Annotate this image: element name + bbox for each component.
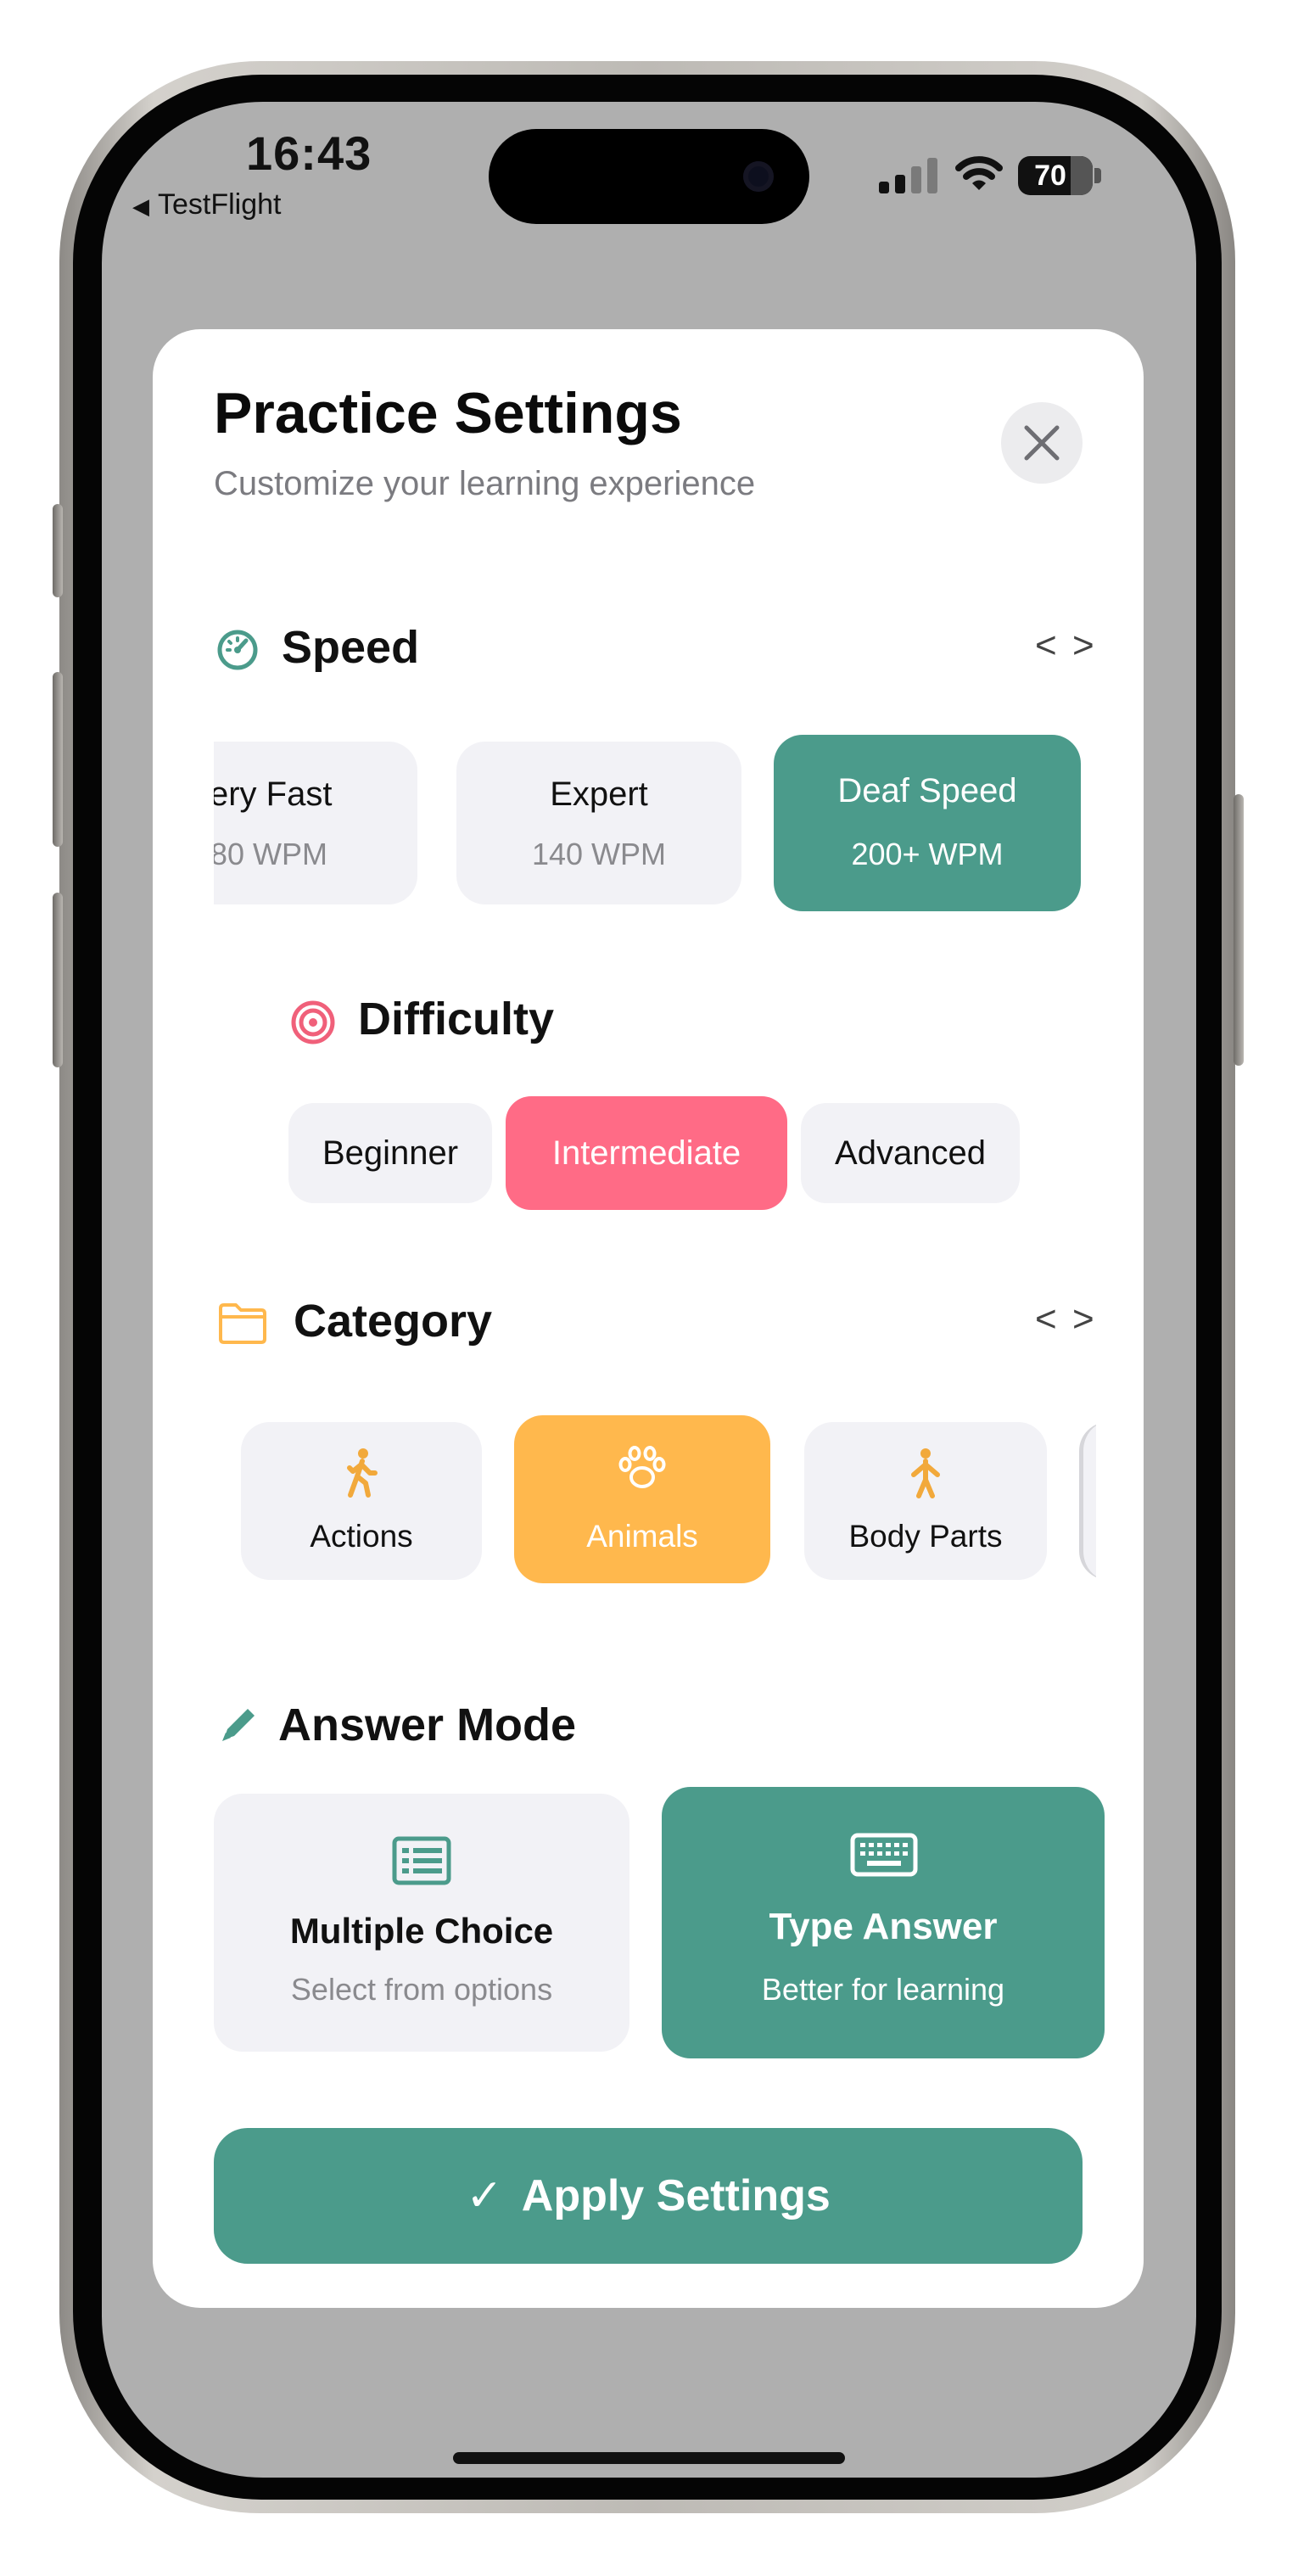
power-button bbox=[1234, 794, 1244, 1066]
speedometer-icon bbox=[217, 630, 258, 670]
speed-option-detail: 180 WPM bbox=[214, 837, 328, 871]
category-option-animals[interactable]: Animals bbox=[514, 1415, 770, 1583]
folder-icon bbox=[219, 1303, 266, 1344]
checkmark-icon: ✓ bbox=[466, 2171, 503, 2220]
category-option-label: Actions bbox=[310, 1519, 413, 1554]
home-indicator[interactable] bbox=[453, 2452, 845, 2464]
paw-icon bbox=[618, 1446, 666, 1488]
difficulty-section-title: Difficulty bbox=[358, 994, 555, 1044]
difficulty-option-intermediate[interactable]: Intermediate bbox=[506, 1096, 787, 1210]
person-standing-icon bbox=[911, 1448, 940, 1498]
speed-option-expert[interactable]: Expert 140 WPM bbox=[456, 742, 741, 904]
category-carousel[interactable]: Actions Animals Body Parts bbox=[214, 1400, 1096, 1617]
pencil-icon bbox=[222, 1709, 255, 1741]
practice-settings-modal: Practice Settings Customize your learnin… bbox=[153, 329, 1144, 2308]
speed-option-very-fast[interactable]: Very Fast 180 WPM bbox=[214, 742, 417, 904]
speed-prev-button[interactable]: < bbox=[1035, 624, 1057, 667]
category-section-title: Category bbox=[294, 1296, 493, 1347]
volume-up-button bbox=[53, 672, 63, 847]
target-icon bbox=[291, 1000, 335, 1044]
speed-carousel[interactable]: Very Fast 180 WPM Expert 140 WPM Deaf Sp… bbox=[214, 720, 1096, 915]
close-button[interactable] bbox=[1001, 402, 1083, 484]
category-next-button[interactable]: > bbox=[1072, 1298, 1094, 1341]
modal-title: Practice Settings bbox=[214, 381, 682, 445]
speed-option-label: Expert bbox=[550, 776, 648, 813]
back-to-app-link[interactable]: ◀ TestFlight bbox=[132, 188, 282, 221]
modal-subtitle: Customize your learning experience bbox=[214, 465, 756, 502]
difficulty-option-beginner[interactable]: Beginner bbox=[288, 1103, 492, 1203]
person-walking-icon bbox=[347, 1448, 378, 1498]
camera-icon bbox=[743, 161, 774, 192]
cellular-signal-icon bbox=[879, 158, 937, 193]
close-icon bbox=[1024, 425, 1060, 461]
category-option-body-parts[interactable]: Body Parts bbox=[804, 1422, 1047, 1580]
category-option-next-partial[interactable] bbox=[1079, 1422, 1096, 1580]
wifi-icon bbox=[955, 156, 1003, 190]
answer-mode-label: Multiple Choice bbox=[289, 1911, 554, 1951]
speed-option-detail: 200+ WPM bbox=[851, 837, 1004, 871]
answer-mode-detail: Select from options bbox=[290, 1972, 553, 2007]
answer-mode-type-answer[interactable]: Type Answer Better for learning bbox=[662, 1787, 1105, 2058]
answer-mode-detail: Better for learning bbox=[761, 1972, 1005, 2007]
speed-section-title: Speed bbox=[282, 622, 420, 673]
difficulty-option-advanced[interactable]: Advanced bbox=[801, 1103, 1020, 1203]
answer-mode-multiple-choice[interactable]: Multiple Choice Select from options bbox=[214, 1794, 629, 2052]
keyboard-icon bbox=[850, 1833, 918, 1877]
category-option-label: Body Parts bbox=[848, 1519, 1003, 1554]
back-triangle-icon: ◀ bbox=[132, 193, 149, 219]
volume-down-button bbox=[53, 893, 63, 1067]
category-option-actions[interactable]: Actions bbox=[241, 1422, 482, 1580]
battery-level: 70 bbox=[1034, 160, 1066, 192]
category-option-label: Animals bbox=[586, 1519, 698, 1554]
speed-option-deaf-speed[interactable]: Deaf Speed 200+ WPM bbox=[774, 735, 1081, 911]
apply-settings-label: Apply Settings bbox=[521, 2171, 831, 2220]
action-button bbox=[53, 504, 63, 597]
status-time: 16:43 bbox=[246, 126, 372, 180]
answer-mode-label: Type Answer bbox=[769, 1906, 998, 1947]
apply-settings-content: ✓ Apply Settings bbox=[214, 2128, 1083, 2264]
speed-option-label: Very Fast bbox=[214, 776, 333, 813]
category-prev-button[interactable]: < bbox=[1035, 1298, 1057, 1341]
list-icon bbox=[392, 1836, 451, 1885]
speed-option-detail: 140 WPM bbox=[531, 837, 667, 871]
apply-settings-button[interactable]: ✓ Apply Settings bbox=[214, 2128, 1083, 2264]
answer-mode-section-title: Answer Mode bbox=[278, 1700, 577, 1750]
speed-next-button[interactable]: > bbox=[1072, 624, 1094, 667]
battery-icon: 70 bbox=[1018, 156, 1103, 195]
back-app-label: TestFlight bbox=[158, 188, 282, 221]
speed-option-label: Deaf Speed bbox=[837, 772, 1017, 809]
